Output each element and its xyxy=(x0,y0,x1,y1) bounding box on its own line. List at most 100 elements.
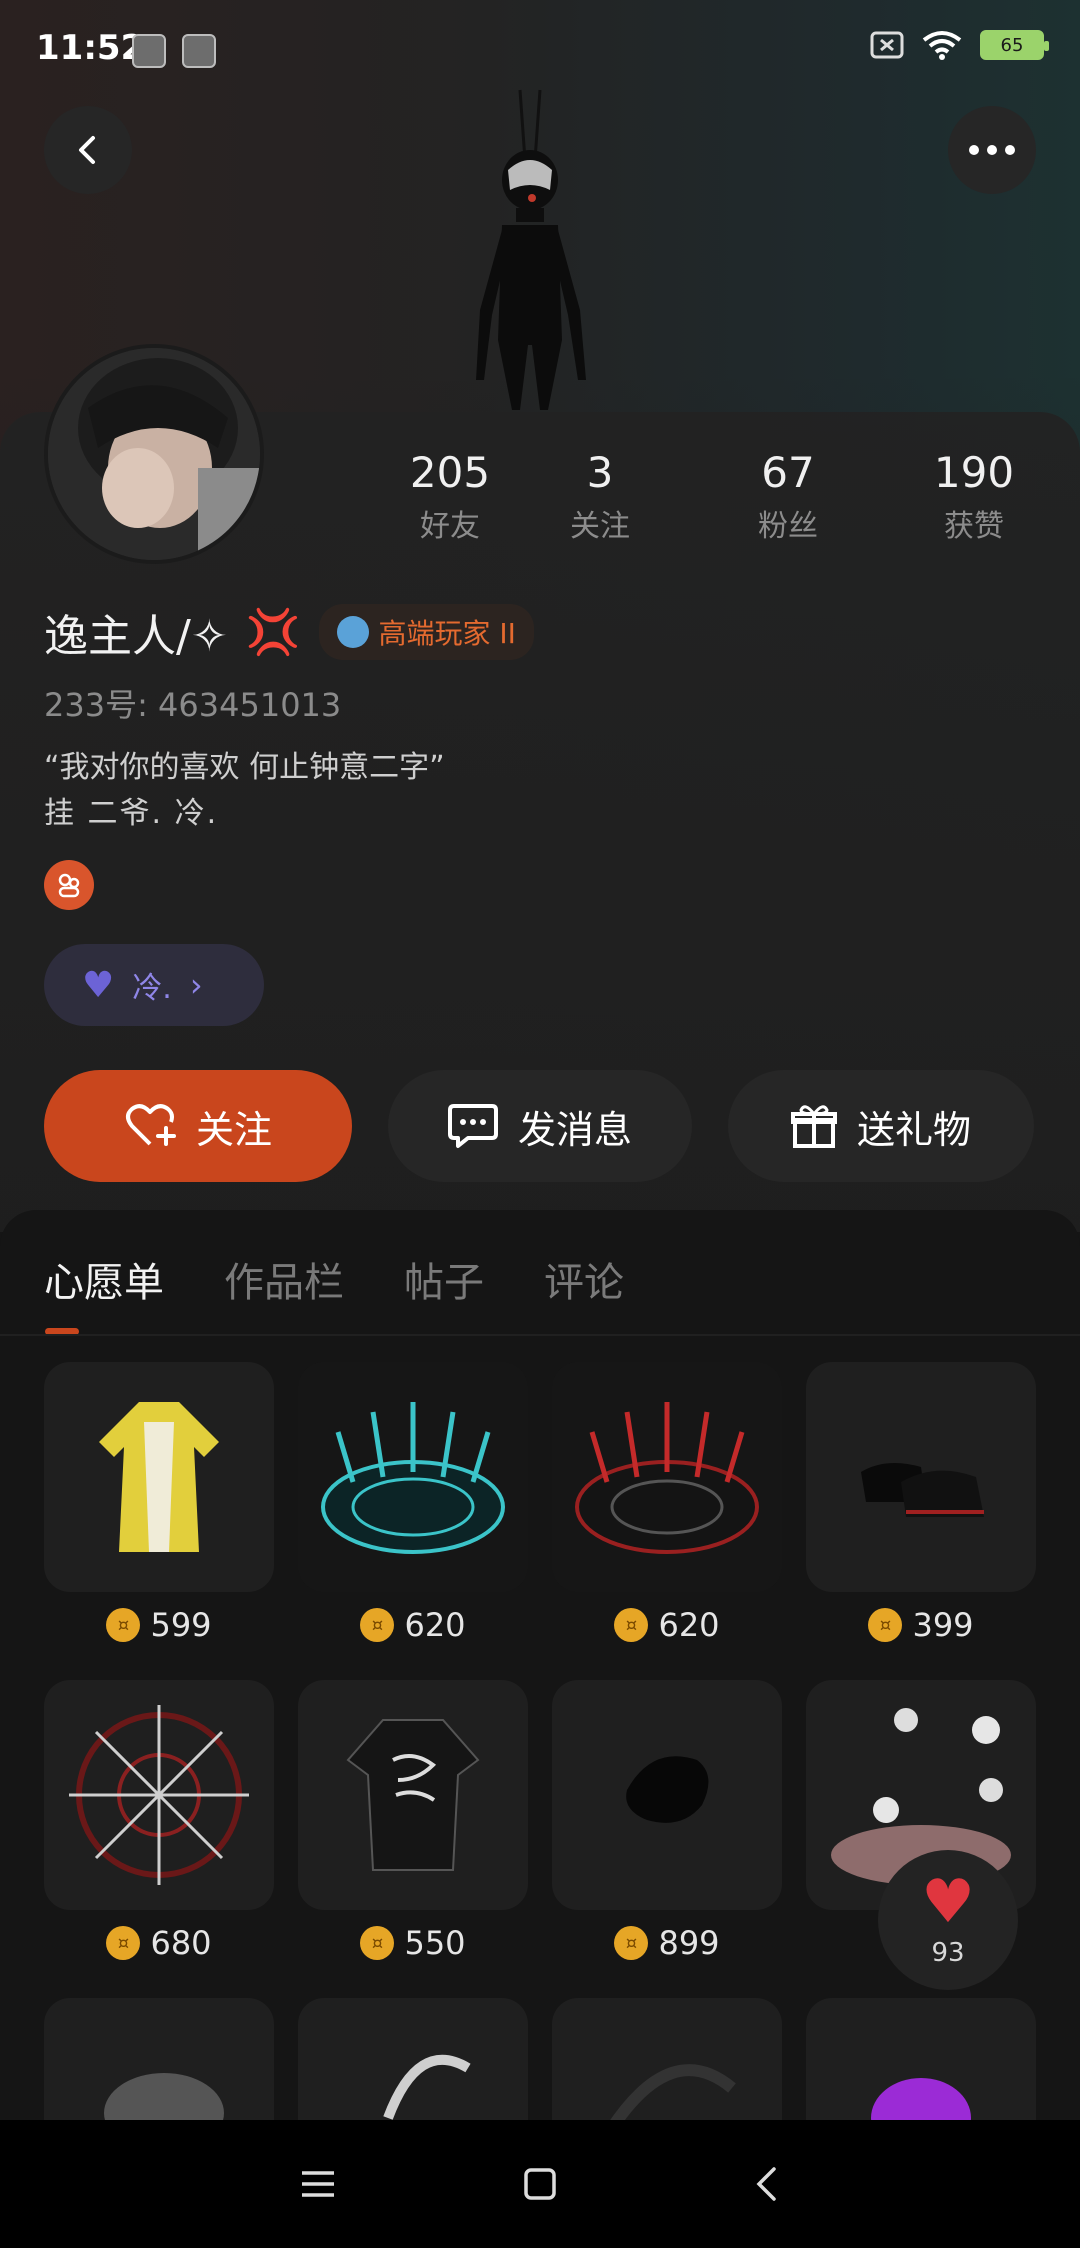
name-row: 逸主人/✧ 💢 高端玩家 II xyxy=(44,600,534,664)
avatar-character-figure xyxy=(476,89,586,410)
stat-label: 粉丝 xyxy=(758,509,818,544)
coin-icon: ¤ xyxy=(106,1926,141,1960)
cp-relationship-pill[interactable]: ♥ 冷. › xyxy=(44,944,264,1026)
hair-image xyxy=(626,1756,709,1823)
follow-button[interactable]: 关注 xyxy=(44,1070,352,1182)
tab-posts[interactable]: 帖子 xyxy=(404,1250,484,1308)
price-value: 399 xyxy=(912,1606,974,1644)
home-square-icon xyxy=(524,2168,556,2200)
back-button[interactable] xyxy=(44,106,132,194)
username: 逸主人/✧ xyxy=(44,611,228,662)
item-thumbnail xyxy=(298,1680,528,1910)
coin-icon: ¤ xyxy=(614,1926,649,1960)
gift-label: 送礼物 xyxy=(856,1107,971,1152)
stat-value: 67 xyxy=(761,448,815,497)
like-button[interactable]: ♥ 93 xyxy=(878,1850,1018,1990)
heart-icon: ♥ xyxy=(921,1867,975,1937)
menu-icon xyxy=(302,2171,334,2197)
avatar[interactable] xyxy=(44,344,264,564)
back-arrow-icon xyxy=(756,2167,776,2201)
tab-wishlist[interactable]: 心愿单 xyxy=(44,1250,164,1308)
wishlist-item[interactable]: ¤ 620 xyxy=(298,1362,528,1644)
coin-icon: ¤ xyxy=(614,1608,649,1642)
stat-label: 好友 xyxy=(420,509,480,544)
bio-line-2: 挂 二爷. 冷. xyxy=(44,796,219,831)
stat-friends[interactable]: 205 好友 xyxy=(380,448,520,545)
sim-icon xyxy=(870,31,904,59)
item-thumbnail xyxy=(806,1362,1036,1592)
shoes-image xyxy=(861,1463,984,1517)
punk-outfit-image xyxy=(346,1719,480,1871)
item-price: ¤ 680 xyxy=(44,1924,274,1962)
item-thumbnail xyxy=(298,1362,528,1592)
stat-value: 3 xyxy=(586,448,614,497)
stat-value: 205 xyxy=(409,448,491,497)
battery-icon: 65 xyxy=(980,30,1049,60)
wishlist-item[interactable]: ¤ 399 xyxy=(806,1362,1036,1644)
cyan-circle-image xyxy=(321,1402,505,1554)
gift-icon xyxy=(790,1105,837,1148)
system-navigation-bar xyxy=(0,2120,1080,2248)
chat-bubble-icon xyxy=(447,1104,498,1148)
badge-label: 高端玩家 II xyxy=(378,617,516,650)
divider xyxy=(0,1334,1080,1336)
item-price: ¤ 599 xyxy=(44,1606,274,1644)
chevron-right-icon: › xyxy=(189,966,203,1004)
item-price: ¤ 620 xyxy=(298,1606,528,1644)
back-nav-button[interactable] xyxy=(742,2160,790,2208)
home-nav-button[interactable] xyxy=(516,2160,564,2208)
stat-label: 获赞 xyxy=(944,509,1004,544)
heart-icon: ♥ xyxy=(82,964,115,1006)
price-value: 620 xyxy=(404,1606,466,1644)
menu-nav-button[interactable] xyxy=(294,2160,342,2208)
message-label: 发消息 xyxy=(517,1107,632,1152)
heart-plus-icon xyxy=(125,1104,176,1146)
stat-following[interactable]: 3 关注 xyxy=(530,448,670,545)
player-level-badge[interactable]: 高端玩家 II xyxy=(318,604,534,660)
item-thumbnail xyxy=(44,1680,274,1910)
app-notification-icon xyxy=(182,34,216,68)
profile-stats: 205 好友 3 关注 67 粉丝 190 获赞 xyxy=(380,448,1040,558)
user-id: 233号: 463451013 xyxy=(44,686,342,724)
chevron-left-icon xyxy=(79,136,95,164)
stat-fans[interactable]: 67 粉丝 xyxy=(718,448,858,545)
follow-label: 关注 xyxy=(195,1107,272,1152)
price-value: 550 xyxy=(404,1924,466,1962)
price-value: 599 xyxy=(150,1606,212,1644)
item-price: ¤ 550 xyxy=(298,1924,528,1962)
item-price: ¤ 620 xyxy=(552,1606,782,1644)
item-thumbnail xyxy=(44,1362,274,1592)
wishlist-item[interactable]: ¤ 550 xyxy=(298,1680,528,1962)
wishlist-item[interactable]: ¤ 680 xyxy=(44,1680,274,1962)
profile-tabs: 心愿单 作品栏 帖子 评论 xyxy=(44,1250,624,1308)
wishlist-item[interactable]: ¤ 899 xyxy=(552,1680,782,1962)
tab-works[interactable]: 作品栏 xyxy=(224,1250,344,1308)
wishlist-item[interactable]: ¤ 620 xyxy=(552,1362,782,1644)
wishlist-item[interactable]: ¤ 599 xyxy=(44,1362,274,1644)
coin-icon: ¤ xyxy=(106,1608,141,1642)
item-thumbnail xyxy=(552,1680,782,1910)
avatar-photo xyxy=(48,348,260,560)
gift-button[interactable]: 送礼物 xyxy=(728,1070,1034,1182)
robe-image xyxy=(99,1402,219,1552)
coin-icon: ¤ xyxy=(868,1608,903,1642)
bio-line-1: “我对你的喜欢 何止钟意二字” xyxy=(44,750,445,785)
group-tag-icon[interactable] xyxy=(44,860,94,910)
red-circle-image xyxy=(575,1402,759,1554)
price-value: 680 xyxy=(150,1924,212,1962)
message-button[interactable]: 发消息 xyxy=(388,1070,692,1182)
tab-comments[interactable]: 评论 xyxy=(544,1250,624,1308)
stat-label: 关注 xyxy=(570,509,630,544)
stat-likes[interactable]: 190 获赞 xyxy=(904,448,1044,545)
coin-icon: ¤ xyxy=(360,1608,395,1642)
item-price: ¤ 899 xyxy=(552,1924,782,1962)
anger-emoji: 💢 xyxy=(245,607,301,658)
more-button[interactable] xyxy=(948,106,1036,194)
sword-wheel-image xyxy=(69,1705,249,1885)
wifi-icon xyxy=(922,31,962,60)
more-dots-icon xyxy=(969,145,1015,155)
coin-icon: ¤ xyxy=(360,1926,395,1960)
price-value: 620 xyxy=(658,1606,720,1644)
people-icon xyxy=(58,873,80,898)
stat-value: 190 xyxy=(933,448,1015,497)
